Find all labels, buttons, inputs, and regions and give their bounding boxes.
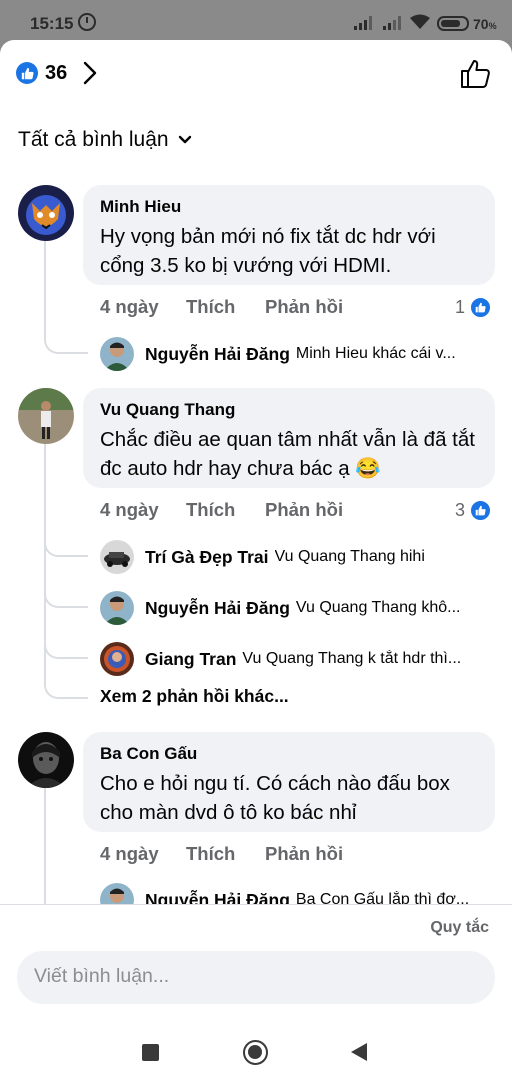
- rules-link[interactable]: Quy tắc: [430, 919, 489, 937]
- home-nav-icon[interactable]: [243, 1040, 268, 1065]
- comment-actions: 4 ngày Thích Phản hồi: [100, 295, 343, 319]
- reply-item[interactable]: Nguyễn Hải Đăng Vu Quang Thang khô...: [100, 591, 496, 625]
- reply-item[interactable]: Giang Tran Vu Quang Thang k tắt hdr thì.…: [100, 642, 496, 676]
- comments-sheet: 36 Tất cả bình luận Minh Hieu Hy vọng bả…: [0, 40, 512, 1080]
- comment-author[interactable]: Vu Quang Thang: [100, 400, 479, 420]
- avatar[interactable]: [18, 185, 74, 241]
- comment-reaction-count[interactable]: 1: [455, 295, 492, 319]
- recents-nav-icon[interactable]: [142, 1044, 159, 1061]
- like-reaction-icon: [470, 499, 492, 521]
- comment-bubble[interactable]: Minh Hieu Hy vọng bản mới nó fix tắt dc …: [83, 185, 495, 285]
- signal-icon: [354, 16, 376, 30]
- avatar[interactable]: [100, 642, 134, 676]
- avatar[interactable]: [100, 591, 134, 625]
- back-nav-icon[interactable]: [351, 1043, 367, 1061]
- filter-label: Tất cả bình luận: [18, 128, 169, 151]
- avatar[interactable]: [18, 388, 74, 444]
- thread-connector: [44, 639, 88, 659]
- reply-link[interactable]: Phản hồi: [265, 499, 343, 521]
- reply-text: Vu Quang Thang k tắt hdr thì...: [242, 650, 462, 667]
- battery-percent: 70%: [473, 16, 497, 32]
- reply-link[interactable]: Phản hồi: [265, 843, 343, 865]
- view-more-replies-link[interactable]: Xem 2 phản hồi khác...: [100, 686, 289, 707]
- reply-author[interactable]: Nguyễn Hải Đăng: [145, 598, 290, 619]
- like-reaction-icon: [470, 296, 492, 318]
- reply-link[interactable]: Phản hồi: [265, 296, 343, 318]
- reaction-count: 36: [45, 61, 68, 84]
- comment-bubble[interactable]: Ba Con Gấu Cho e hỏi ngu tí. Có cách nào…: [83, 732, 495, 832]
- avatar[interactable]: [18, 732, 74, 788]
- thread-connector: [44, 588, 88, 608]
- like-reaction-icon: [16, 62, 38, 84]
- reply-text: Minh Hieu khác cái v...: [295, 345, 456, 362]
- comment-filter-dropdown[interactable]: Tất cả bình luận: [18, 128, 192, 152]
- system-nav-bar: [0, 1028, 512, 1080]
- comment-actions: 4 ngày Thích Phản hồi: [100, 498, 343, 522]
- reply-text: Vu Quang Thang khô...: [295, 599, 461, 616]
- comment-text: Chắc điều ae quan tâm nhất vẫn là đã tắt…: [100, 428, 475, 480]
- avatar[interactable]: [100, 540, 134, 574]
- comment-time: 4 ngày: [100, 843, 159, 864]
- battery-icon: [437, 16, 469, 31]
- alarm-icon: [78, 13, 96, 31]
- comment-text: Hy vọng bản mới nó fix tắt dc hdr với cổ…: [100, 225, 436, 277]
- avatar[interactable]: [100, 337, 134, 371]
- comment-input[interactable]: Viết bình luận...: [17, 951, 495, 1004]
- comment-author[interactable]: Ba Con Gấu: [100, 744, 479, 764]
- signal-icon-2: [383, 16, 405, 30]
- comment-bubble[interactable]: Vu Quang Thang Chắc điều ae quan tâm nhấ…: [83, 388, 495, 488]
- reply-item[interactable]: Nguyễn Hải Đăng Minh Hieu khác cái v...: [100, 337, 496, 371]
- comment-author[interactable]: Minh Hieu: [100, 197, 479, 217]
- status-time: 15:15: [30, 14, 74, 33]
- like-link[interactable]: Thích: [186, 843, 265, 865]
- wifi-icon: [410, 14, 430, 29]
- reply-author[interactable]: Giang Tran: [145, 649, 236, 670]
- comment-time: 4 ngày: [100, 296, 159, 317]
- comment-actions: 4 ngày Thích Phản hồi: [100, 842, 343, 866]
- thread-connector: [44, 334, 88, 354]
- thread-connector: [44, 679, 88, 699]
- reactions-summary[interactable]: 36: [16, 60, 101, 86]
- thread-connector: [44, 537, 88, 557]
- chevron-down-icon: [178, 135, 191, 144]
- comment-text: Cho e hỏi ngu tí. Có cách nào đấu box ch…: [100, 772, 450, 824]
- reply-text: Vu Quang Thang hihi: [274, 548, 425, 565]
- chevron-right-icon: [84, 61, 97, 85]
- comment-composer: Quy tắc Viết bình luận...: [0, 904, 512, 1080]
- comment-reaction-count[interactable]: 3: [455, 498, 492, 522]
- reply-author[interactable]: Nguyễn Hải Đăng: [145, 344, 290, 365]
- reply-item[interactable]: Trí Gà Đẹp Trai Vu Quang Thang hihi: [100, 540, 496, 574]
- reply-author[interactable]: Trí Gà Đẹp Trai: [145, 547, 269, 568]
- like-button-icon[interactable]: [459, 58, 491, 90]
- comment-time: 4 ngày: [100, 499, 159, 520]
- like-link[interactable]: Thích: [186, 296, 265, 318]
- like-link[interactable]: Thích: [186, 499, 265, 521]
